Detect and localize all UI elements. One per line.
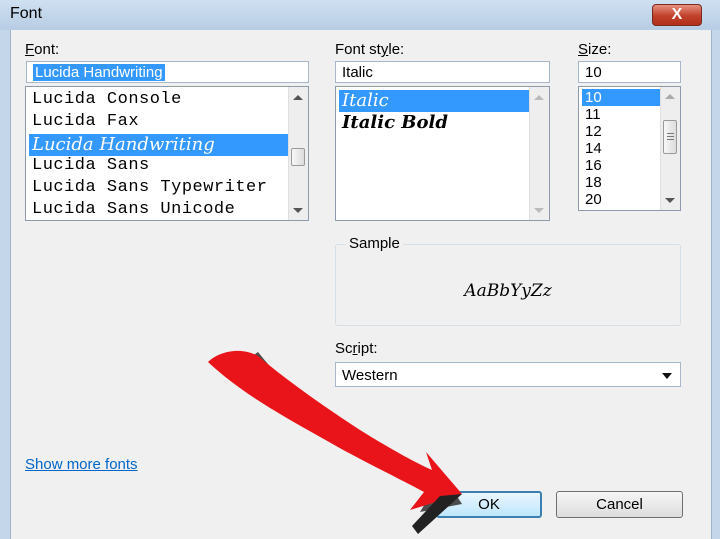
font-style-item-italic-bold[interactable]: Italic Bold bbox=[339, 112, 529, 134]
size-list-item[interactable]: 20 bbox=[582, 191, 660, 208]
ok-button[interactable]: OK bbox=[436, 491, 542, 518]
font-style-label: Font style: bbox=[335, 41, 405, 58]
close-button[interactable]: X bbox=[652, 4, 702, 26]
size-list-item[interactable]: 18 bbox=[582, 174, 660, 191]
script-dropdown[interactable]: Western bbox=[335, 362, 681, 387]
scroll-down-icon[interactable] bbox=[293, 208, 303, 213]
size-label: Size: bbox=[578, 41, 612, 58]
scroll-thumb[interactable] bbox=[663, 120, 677, 154]
font-name-input[interactable]: Lucida Handwriting bbox=[26, 61, 309, 83]
window-title: Font bbox=[10, 5, 43, 22]
chevron-down-icon bbox=[662, 373, 672, 379]
sample-preview-text: AaBbYyZz bbox=[464, 281, 552, 301]
size-list-item[interactable]: 16 bbox=[582, 157, 660, 174]
title-bar: Font X bbox=[0, 0, 720, 30]
font-style-input[interactable]: Italic bbox=[335, 61, 550, 83]
size-list-item[interactable]: 10 bbox=[582, 89, 660, 106]
font-name-value: Lucida Handwriting bbox=[33, 64, 165, 81]
sample-group: Sample AaBbYyZz bbox=[335, 235, 681, 326]
size-list[interactable]: 10 11 12 14 16 18 20 bbox=[578, 86, 681, 211]
font-style-value: Italic bbox=[342, 64, 373, 81]
scroll-thumb[interactable] bbox=[291, 148, 305, 166]
size-input[interactable]: 10 bbox=[578, 61, 681, 83]
size-value: 10 bbox=[585, 64, 602, 81]
size-list-item[interactable]: 11 bbox=[582, 106, 660, 123]
scroll-up-icon[interactable] bbox=[665, 94, 675, 99]
font-list-item[interactable]: Lucida Handwriting bbox=[29, 134, 288, 156]
scroll-down-icon[interactable] bbox=[534, 208, 544, 213]
size-scrollbar[interactable] bbox=[660, 87, 680, 210]
font-list-item[interactable]: Lucida Sans Unicode bbox=[29, 200, 288, 220]
font-list-item[interactable]: Lucida Sans bbox=[29, 156, 288, 178]
font-dialog-body: Font: Lucida Handwriting Lucida Console L… bbox=[10, 30, 712, 539]
font-list[interactable]: Lucida Console Lucida Fax Lucida Handwriti… bbox=[25, 86, 309, 221]
font-style-scrollbar[interactable] bbox=[529, 87, 549, 220]
scroll-up-icon[interactable] bbox=[534, 95, 544, 100]
script-value: Western bbox=[342, 367, 398, 384]
size-list-item[interactable]: 12 bbox=[582, 123, 660, 140]
font-label: Font: bbox=[25, 41, 60, 58]
font-list-item[interactable]: Lucida Fax bbox=[29, 112, 288, 134]
sample-label: Sample bbox=[346, 235, 403, 252]
close-icon: X bbox=[671, 6, 683, 23]
script-label: Script: bbox=[335, 340, 378, 357]
font-list-scrollbar[interactable] bbox=[288, 87, 308, 220]
show-more-fonts-link[interactable]: Show more fonts bbox=[25, 456, 138, 473]
scroll-up-icon[interactable] bbox=[293, 95, 303, 100]
font-style-item-italic[interactable]: Italic bbox=[339, 90, 529, 112]
font-style-list[interactable]: Italic Italic Bold bbox=[335, 86, 550, 221]
size-list-item[interactable]: 14 bbox=[582, 140, 660, 157]
font-list-item[interactable]: Lucida Sans Typewriter bbox=[29, 178, 288, 200]
cancel-button[interactable]: Cancel bbox=[556, 491, 683, 518]
scroll-down-icon[interactable] bbox=[665, 198, 675, 203]
font-list-item[interactable]: Lucida Console bbox=[29, 90, 288, 112]
